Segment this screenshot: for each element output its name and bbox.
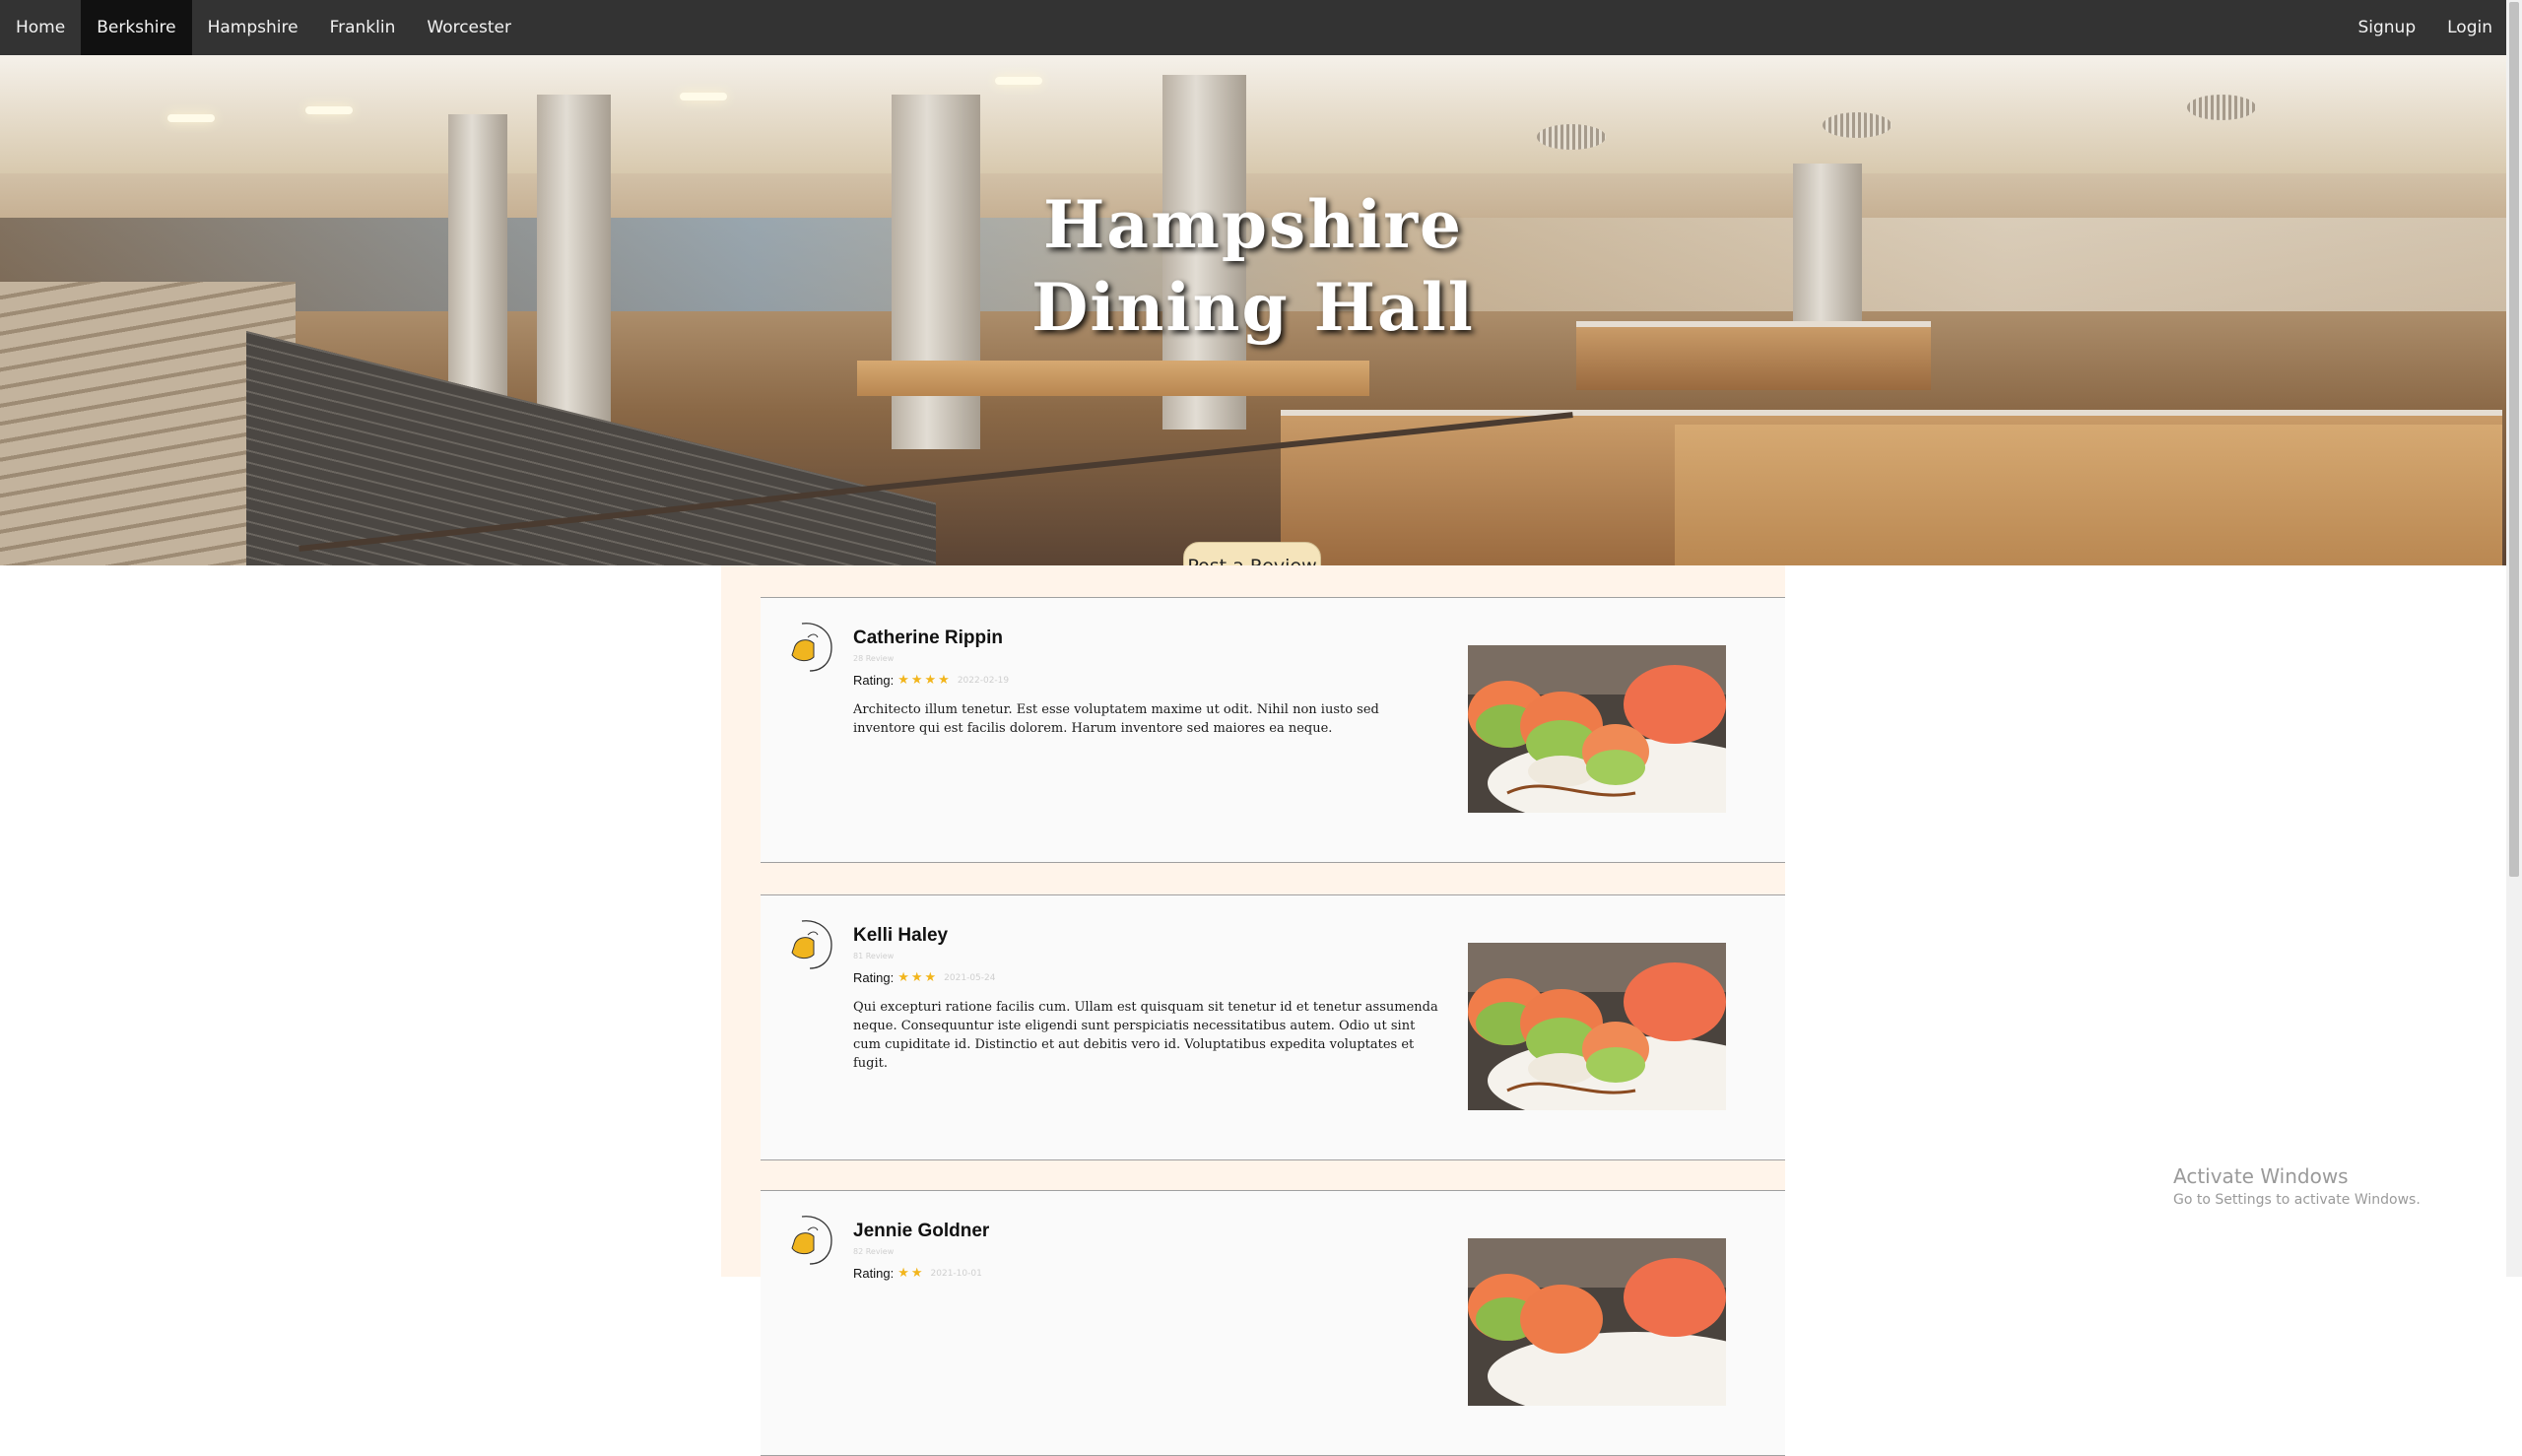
ceiling-vent: [1823, 112, 1892, 138]
review-card: Catherine Rippin 28 Review Rating: ★★★★ …: [761, 597, 1785, 863]
reviewer-name: Jennie Goldner: [853, 1221, 990, 1241]
page-title: Hampshire Dining Hall: [0, 183, 2506, 349]
reviewer-name: Catherine Rippin: [853, 628, 1004, 648]
reviews-list: Catherine Rippin 28 Review Rating: ★★★★ …: [721, 565, 1785, 1456]
watermark-title: Activate Windows: [2173, 1164, 2349, 1188]
page-title-line2: Dining Hall: [1031, 269, 1475, 346]
rating-row: Rating: ★★★ 2021-05-24: [853, 970, 995, 985]
nav-berkshire[interactable]: Berkshire: [81, 0, 192, 55]
rating-row: Rating: ★★ 2021-10-01: [853, 1266, 982, 1281]
rating-label: Rating:: [853, 970, 895, 985]
scrollbar-thumb[interactable]: [2509, 2, 2519, 877]
review-text: Architecto illum tenetur. Est esse volup…: [853, 702, 1379, 736]
star-rating: ★★: [897, 1266, 925, 1281]
review-count: 28 Review: [853, 654, 895, 663]
dining-table: [857, 361, 1369, 396]
review-card: Kelli Haley 81 Review Rating: ★★★ 2021-0…: [761, 894, 1785, 1160]
ceiling-light: [167, 114, 215, 122]
avatar-duck-icon: [791, 920, 832, 969]
star-rating: ★★★★: [897, 673, 952, 688]
top-navbar: Home Berkshire Hampshire Franklin Worces…: [0, 0, 2506, 55]
page-scrollbar[interactable]: [2506, 0, 2522, 1277]
ceiling-vent: [2187, 95, 2256, 120]
nav-hampshire[interactable]: Hampshire: [192, 0, 314, 55]
ceiling-light: [305, 106, 353, 114]
review-date: 2022-02-19: [957, 675, 1010, 686]
nav-worcester[interactable]: Worcester: [411, 0, 527, 55]
rating-row: Rating: ★★★★ 2022-02-19: [853, 673, 1009, 688]
avatar-duck-icon: [791, 623, 832, 672]
review-date: 2021-10-01: [930, 1268, 982, 1279]
reviewer-name: Kelli Haley: [853, 925, 949, 946]
nav-login[interactable]: Login: [2431, 0, 2506, 55]
watermark-subtitle: Go to Settings to activate Windows.: [2173, 1192, 2421, 1208]
nav-right-group: Signup Login: [2342, 0, 2506, 55]
review-date: 2021-05-24: [944, 972, 996, 983]
rating-label: Rating:: [853, 1266, 895, 1281]
nav-signup[interactable]: Signup: [2342, 0, 2431, 55]
review-count: 81 Review: [853, 952, 895, 960]
review-card: Jennie Goldner 82 Review Rating: ★★ 2021…: [761, 1190, 1785, 1456]
food-photo: [1468, 1238, 1726, 1406]
nav-home[interactable]: Home: [0, 0, 81, 55]
star-rating: ★★★: [897, 970, 939, 985]
post-review-button[interactable]: Post a Review: [1183, 542, 1321, 565]
review-text: Qui excepturi ratione facilis cum. Ullam…: [853, 1000, 1438, 1071]
hero-ceiling: [0, 55, 2506, 173]
rating-label: Rating:: [853, 673, 895, 688]
nav-franklin[interactable]: Franklin: [314, 0, 412, 55]
ceiling-light: [995, 77, 1042, 85]
avatar-duck-icon: [791, 1216, 832, 1265]
ceiling-vent: [1537, 124, 1606, 150]
hero-banner: Hampshire Dining Hall Post a Review: [0, 55, 2506, 565]
page-title-line1: Hampshire: [1042, 186, 1464, 263]
nav-left-group: Home Berkshire Hampshire Franklin Worces…: [0, 0, 527, 55]
food-photo: [1468, 943, 1726, 1110]
activate-windows-watermark: Activate Windows Go to Settings to activ…: [2173, 1164, 2421, 1208]
dining-table: [1675, 425, 2502, 565]
review-count: 82 Review: [853, 1247, 895, 1256]
food-photo: [1468, 645, 1726, 813]
ceiling-light: [680, 93, 727, 100]
